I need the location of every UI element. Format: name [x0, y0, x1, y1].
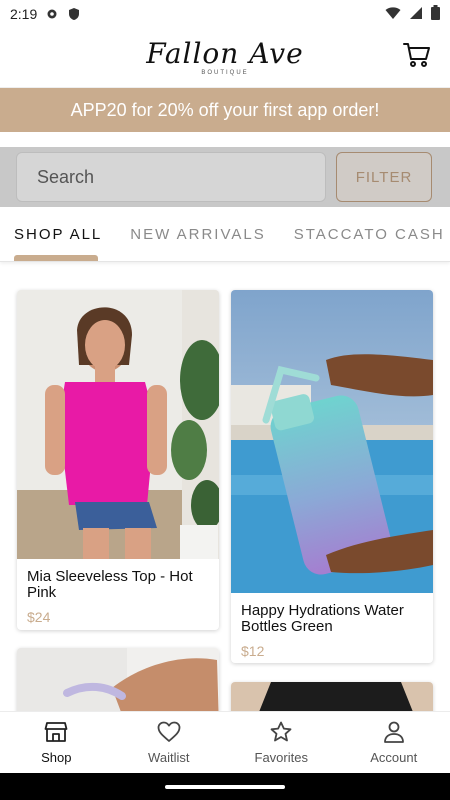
store-icon [44, 721, 68, 746]
brand-name: Fallon Ave [146, 36, 304, 70]
product-card[interactable]: Happy Hydrations Water Bottles Green $12 [231, 290, 433, 663]
search-placeholder: Search [37, 166, 95, 187]
star-icon [269, 721, 293, 746]
search-input[interactable]: Search [16, 152, 326, 202]
nav-account[interactable]: Account [338, 712, 450, 773]
brand-subtitle: BOUTIQUE [201, 69, 249, 76]
status-bar: 2:19 [0, 0, 450, 28]
settings-gear-icon [45, 7, 59, 21]
system-navigation-bar [0, 773, 450, 800]
cart-icon [403, 42, 431, 73]
heart-icon [157, 721, 181, 746]
promo-text: APP20 for 20% off your first app order! [70, 99, 380, 120]
search-bar: Search FILTER [0, 147, 450, 207]
promo-banner[interactable]: APP20 for 20% off your first app order! [0, 88, 450, 132]
product-info: Mia Sleeveless Top - Hot Pink $24 [17, 559, 219, 630]
product-name: Happy Hydrations Water Bottles Green [241, 602, 404, 635]
cart-button[interactable] [402, 42, 432, 72]
filter-button[interactable]: FILTER [336, 152, 432, 202]
tab-staccato-cash-back[interactable]: STACCATO CASH BA [280, 226, 450, 243]
tab-new-arrivals[interactable]: NEW ARRIVALS [116, 226, 279, 243]
product-name: Mia Sleeveless Top - Hot Pink [27, 568, 193, 601]
status-time: 2:19 [10, 6, 38, 22]
product-image [17, 290, 219, 559]
nav-shop[interactable]: Shop [0, 712, 113, 773]
person-icon [382, 721, 406, 746]
nav-favorites-label: Favorites [254, 749, 308, 765]
product-price: $24 [27, 608, 51, 625]
product-info: Happy Hydrations Water Bottles Green $12 [231, 593, 433, 663]
wifi-icon [385, 6, 401, 23]
nav-account-label: Account [370, 749, 418, 765]
nav-favorites[interactable]: Favorites [225, 712, 338, 773]
signal-icon [409, 6, 423, 23]
brand-logo[interactable]: Fallon Ave BOUTIQUE [146, 36, 304, 76]
nav-waitlist-label: Waitlist [148, 749, 190, 765]
active-tab-indicator [14, 255, 98, 261]
category-tabs: SHOP ALL NEW ARRIVALS STACCATO CASH BA [0, 207, 450, 262]
bottom-navigation: Shop Waitlist Favorites Account [0, 711, 450, 773]
shield-icon [67, 7, 81, 21]
product-price: $12 [241, 642, 265, 659]
app-header: Fallon Ave BOUTIQUE [0, 28, 450, 88]
battery-icon [431, 5, 440, 23]
home-gesture-handle[interactable] [165, 784, 285, 789]
nav-shop-label: Shop [41, 749, 72, 765]
tab-shop-all[interactable]: SHOP ALL [0, 226, 116, 243]
product-card[interactable]: Mia Sleeveless Top - Hot Pink $24 [17, 290, 219, 630]
nav-waitlist[interactable]: Waitlist [113, 712, 226, 773]
product-image [231, 290, 433, 593]
